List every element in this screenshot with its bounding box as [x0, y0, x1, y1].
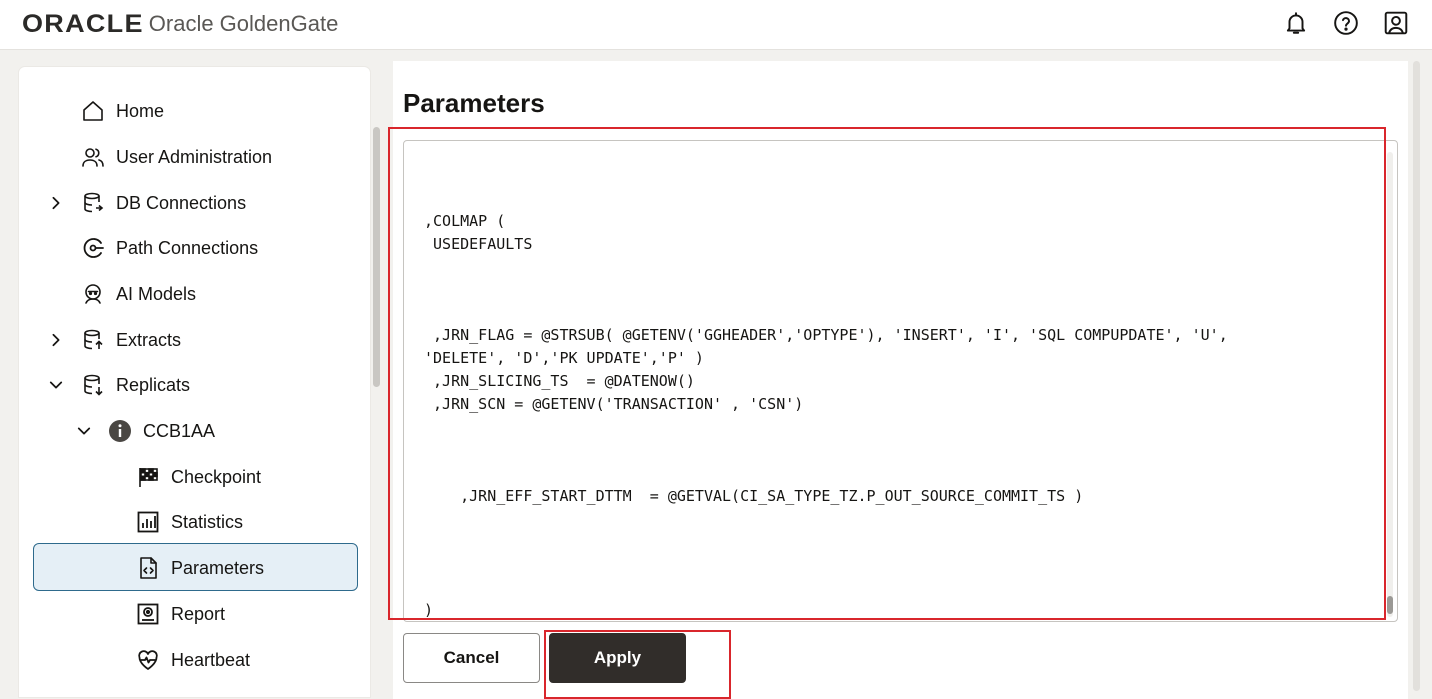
- info-icon: [107, 418, 133, 444]
- report-icon: [135, 601, 161, 627]
- checkered-flag-icon: [135, 464, 161, 490]
- parameters-editor[interactable]: ,COLMAP ( USEDEFAULTS ,JRN_FLAG = @STRSU…: [403, 140, 1398, 622]
- editor-line: ): [424, 601, 434, 620]
- database-icon: [80, 190, 106, 216]
- sidebar-item-ccb1aa[interactable]: CCB1AA: [76, 408, 358, 454]
- sidebar-item-label: AI Models: [116, 283, 197, 304]
- editor-line: ,JRN_SCN = @GETENV('TRANSACTION' , 'CSN'…: [424, 394, 804, 413]
- page-title: Parameters: [403, 88, 545, 118]
- extract-icon: [80, 327, 106, 353]
- path-icon: [80, 235, 106, 261]
- ai-model-icon: [80, 281, 106, 307]
- sidebar-item-label: Parameters: [171, 557, 265, 578]
- heartbeat-icon: [135, 647, 161, 673]
- app-header: ORACLE Oracle GoldenGate: [0, 0, 1432, 50]
- sidebar-item-label: User Administration: [116, 146, 273, 167]
- oracle-logo: ORACLE: [22, 9, 144, 38]
- help-icon[interactable]: [1332, 9, 1360, 37]
- editor-line: 'DELETE', 'D','PK UPDATE','P' ): [424, 349, 704, 368]
- sidebar-item-checkpoint[interactable]: Checkpoint: [133, 454, 358, 500]
- replicat-icon: [80, 372, 106, 398]
- sidebar-item-report[interactable]: Report: [133, 591, 358, 637]
- sidebar-scrollbar[interactable]: [372, 67, 382, 697]
- sidebar-item-label: Home: [116, 100, 165, 121]
- sidebar-item-home[interactable]: Home: [78, 88, 358, 134]
- sidebar-item-db-connections[interactable]: DB Connections: [48, 180, 358, 226]
- brand[interactable]: ORACLE Oracle GoldenGate: [22, 9, 338, 39]
- main-scrollbar[interactable]: [1410, 61, 1422, 691]
- editor-scrollbar[interactable]: [1387, 152, 1394, 617]
- sidebar-item-label: Replicats: [116, 374, 191, 395]
- chevron-down-icon[interactable]: [48, 377, 64, 393]
- cancel-button[interactable]: Cancel: [403, 633, 540, 683]
- sidebar-item-replicats[interactable]: Replicats: [48, 362, 358, 408]
- code-file-icon: [135, 555, 161, 581]
- sidebar-item-heartbeat[interactable]: Heartbeat: [133, 637, 358, 683]
- sidebar-item-parameters[interactable]: Parameters: [133, 545, 358, 591]
- sidebar-item-label: Checkpoint: [171, 466, 262, 487]
- chevron-right-icon[interactable]: [48, 332, 64, 348]
- users-icon: [80, 144, 106, 170]
- sidebar-item-ai-models[interactable]: AI Models: [78, 271, 358, 317]
- bar-chart-icon: [135, 509, 161, 535]
- product-name: Oracle GoldenGate: [148, 11, 339, 36]
- sidebar-item-label: Statistics: [171, 511, 244, 532]
- sidebar-item-path-connections[interactable]: Path Connections: [78, 225, 358, 271]
- sidebar-item-label: Heartbeat: [171, 649, 251, 670]
- sidebar-item-label: Path Connections: [116, 237, 259, 258]
- chevron-down-icon[interactable]: [76, 423, 92, 439]
- user-profile-icon[interactable]: [1382, 9, 1410, 37]
- editor-line: USEDEFAULTS: [424, 234, 533, 253]
- home-icon: [80, 98, 106, 124]
- notification-bell-icon[interactable]: [1282, 9, 1310, 37]
- header-actions: [1282, 9, 1410, 37]
- sidebar-item-extracts[interactable]: Extracts: [48, 317, 358, 363]
- chevron-right-icon[interactable]: [48, 195, 64, 211]
- editor-line: ,JRN_EFF_START_DTTM = @GETVAL(CI_SA_TYPE…: [424, 486, 1084, 505]
- apply-button[interactable]: Apply: [549, 633, 686, 683]
- sidebar-item-statistics[interactable]: Statistics: [133, 499, 358, 545]
- sidebar-item-label: Extracts: [116, 329, 182, 350]
- sidebar-item-label: CCB1AA: [143, 420, 216, 441]
- editor-line: ,JRN_FLAG = @STRSUB( @GETENV('GGHEADER',…: [424, 326, 1228, 345]
- sidebar-item-label: DB Connections: [116, 192, 247, 213]
- sidebar-item-label: Report: [171, 603, 226, 624]
- editor-line: ,JRN_SLICING_TS = @DATENOW(): [424, 372, 695, 391]
- sidebar-item-user-administration[interactable]: User Administration: [78, 134, 358, 180]
- editor-line: ,COLMAP (: [424, 211, 506, 230]
- parameters-editor-text[interactable]: ,COLMAP ( USEDEFAULTS ,JRN_FLAG = @STRSU…: [424, 141, 1384, 621]
